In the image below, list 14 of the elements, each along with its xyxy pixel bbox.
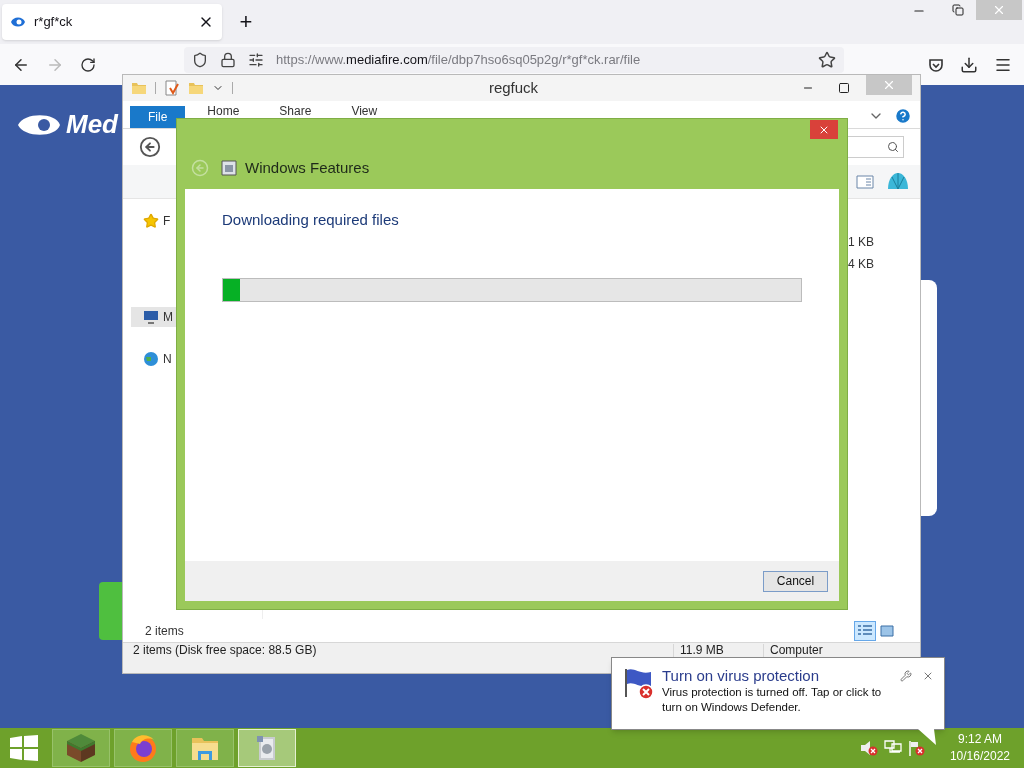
notification-title: Turn on virus protection	[662, 666, 821, 685]
file-size: 1 KB	[848, 234, 874, 251]
dialog-title: Windows Features	[245, 158, 370, 178]
notification-body: Virus protection is turned off. Tap or click to turn on Windows Defender.	[662, 685, 883, 715]
logo-text: Med	[66, 108, 118, 141]
clock-date: 10/16/2022	[949, 748, 1010, 765]
tab-title: r*gf*ck	[34, 13, 74, 32]
item-count: 2 items	[145, 622, 185, 640]
clock-time: 9:12 AM	[957, 731, 1002, 748]
window-title: regfuck	[487, 77, 540, 98]
progress-heading: Downloading required files	[222, 210, 400, 230]
file-size: 4 KB	[848, 256, 874, 273]
status-summary: 2 items (Disk free space: 88.5 GB)	[132, 644, 318, 657]
url-text: https://www.mediafire.com/file/dbp7hso6sq05p2g/r*gf*ck.rar/file	[276, 51, 642, 70]
